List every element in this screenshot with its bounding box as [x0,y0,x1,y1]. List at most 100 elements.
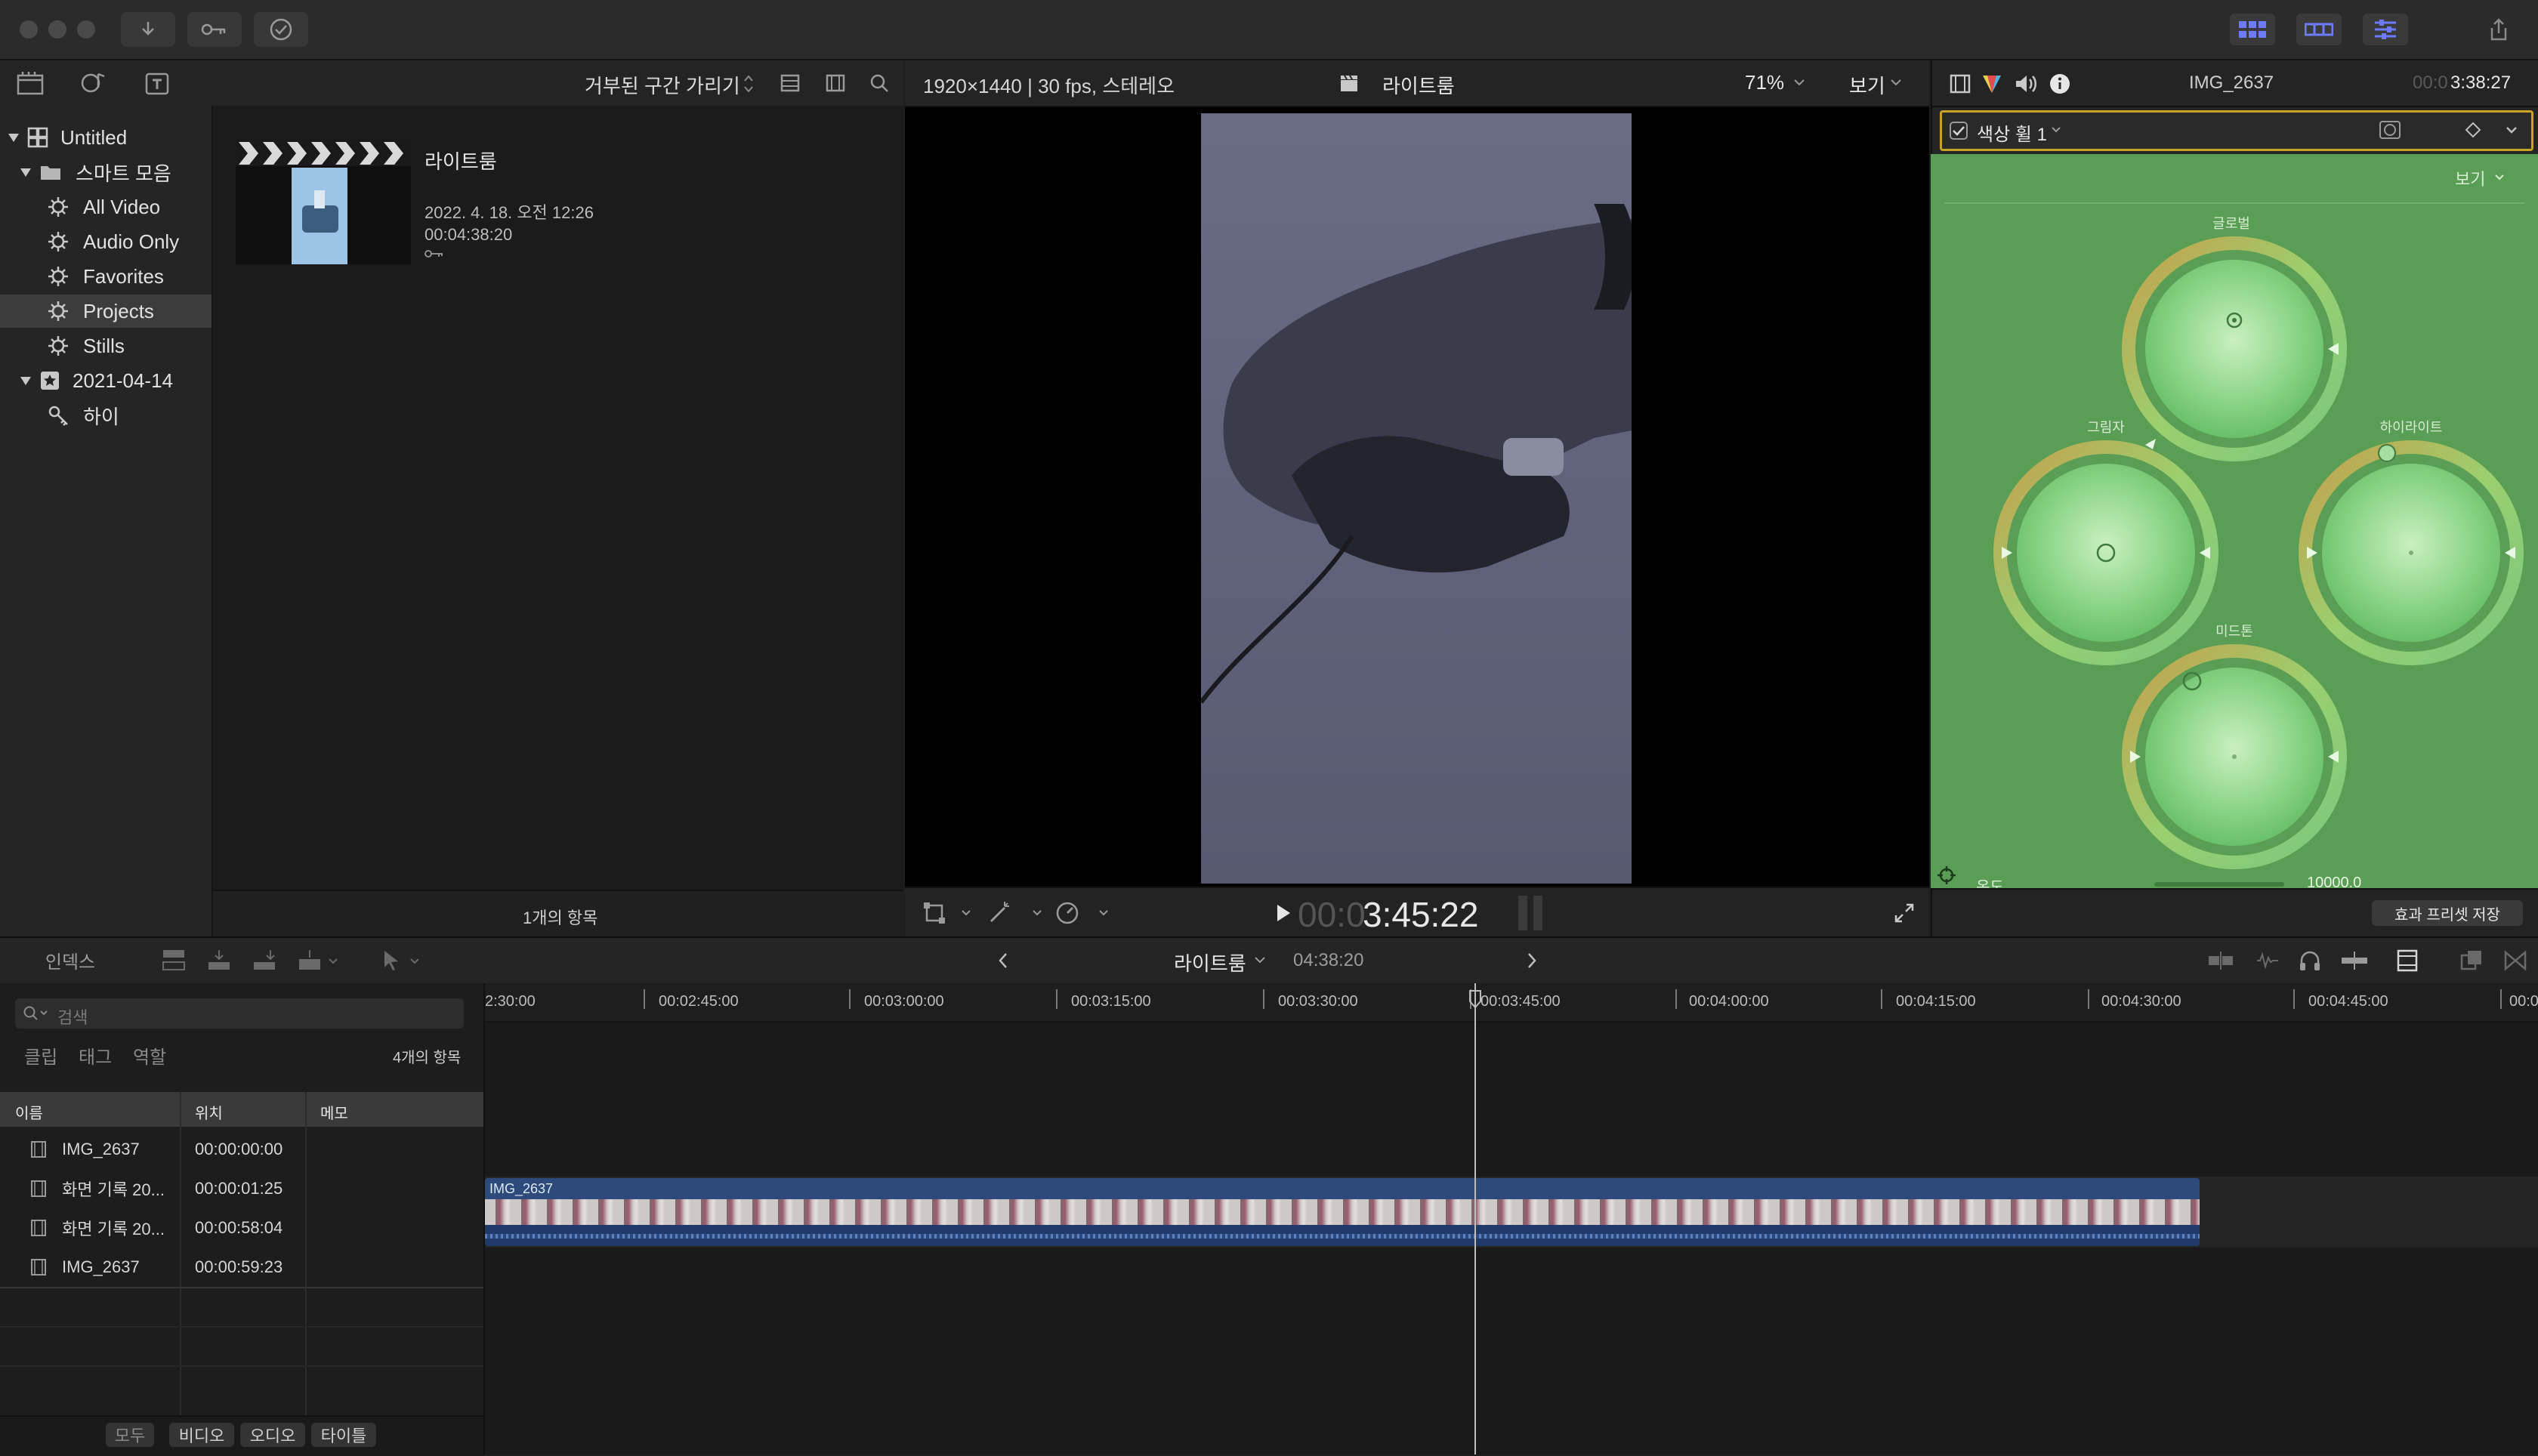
index-tab-tags[interactable]: 태그 [79,1042,112,1069]
library-item-keyword-hai[interactable]: 하이 [0,399,212,432]
photos-audio-icon[interactable] [80,69,107,97]
index-button[interactable]: 인덱스 [23,944,118,976]
video-frame[interactable] [1201,113,1632,884]
chevron-down-icon[interactable] [1793,79,1805,86]
viewer-timecode[interactable]: 3:45:22 [1363,894,1478,935]
audio-inspector-icon[interactable] [2014,72,2038,95]
clip-appearance-icon[interactable] [2396,949,2419,973]
library-item-untitled[interactable]: Untitled [0,121,212,154]
column-position[interactable]: 위치 [195,1101,223,1123]
chevron-down-icon[interactable] [1098,909,1109,917]
index-tab-roles[interactable]: 역할 [133,1042,166,1069]
mask-icon[interactable] [2379,120,2401,140]
wheels-view-menu[interactable]: 보기 [2455,166,2485,190]
color-inspector-icon[interactable] [1981,72,2003,95]
timeline-panel[interactable]: 2:30:00 00:02:45:00 00:03:00:00 00:03:15… [485,983,2538,1454]
fullscreen-icon[interactable] [1893,902,1916,924]
playhead[interactable] [1474,983,1476,1454]
headphones-icon[interactable] [2298,949,2322,973]
effects-browser-icon[interactable] [2459,949,2484,973]
overwrite-clip-icon[interactable] [296,949,323,973]
chevron-down-icon[interactable] [1890,79,1902,86]
library-toggle-button[interactable] [2230,14,2275,45]
filmstrip-icon[interactable] [825,72,846,94]
library-item-stills[interactable]: Stills [0,329,212,362]
insert-clip-icon[interactable] [205,949,233,973]
disclosure-down-icon[interactable] [6,130,21,145]
library-item-smart-collections[interactable]: 스마트 모음 [0,156,212,189]
filter-titles-button[interactable]: 타이틀 [311,1423,376,1447]
append-clip-icon[interactable] [251,949,278,973]
project-name[interactable]: 라이트룸 [425,147,497,174]
keyframe-icon[interactable] [2465,122,2481,138]
magic-wand-icon[interactable] [986,900,1012,926]
library-item-favorites[interactable]: Favorites [0,260,212,293]
library-item-event-2021-04-14[interactable]: 2021-04-14 [0,364,212,397]
audio-skimming-icon[interactable] [2254,950,2281,971]
chevron-down-icon[interactable] [1254,956,1266,964]
timeline-clip[interactable]: IMG_2637 [485,1178,2200,1246]
zoom-menu[interactable]: 71% [1745,71,1784,94]
inspector-toggle-button[interactable] [2363,14,2408,45]
index-row[interactable]: IMG_2637 00:00:59:23 [0,1248,483,1287]
filter-audio-button[interactable]: 오디오 [240,1423,305,1447]
chevron-down-icon[interactable] [328,958,338,965]
library-item-projects[interactable]: Projects [0,295,212,328]
project-thumbnail[interactable] [236,140,411,264]
chevron-down-icon[interactable] [2051,126,2061,134]
chevron-down-icon[interactable] [2494,174,2505,181]
back-arrow-icon[interactable] [997,952,1009,970]
enable-checkbox[interactable] [1950,122,1968,140]
filter-all-button[interactable]: 모두 [106,1423,154,1447]
index-row[interactable]: 화면 기록 20... 00:00:01:25 [0,1169,483,1208]
library-item-audio-only[interactable]: Audio Only [0,225,212,258]
info-icon[interactable] [2049,72,2071,95]
effect-header[interactable]: 색상 휠 1 [1940,110,2533,151]
connect-clip-icon[interactable] [160,949,187,973]
disclosure-down-icon[interactable] [18,165,33,180]
titles-generators-icon[interactable] [144,69,171,97]
keyword-editor-button[interactable] [187,12,242,47]
transform-icon[interactable] [923,902,946,924]
view-menu[interactable]: 보기 [1849,71,1885,99]
filter-video-button[interactable]: 비디오 [169,1423,234,1447]
midtones-color-wheel[interactable] [2115,637,2354,876]
effect-name[interactable]: 색상 휠 1 [1977,119,2047,146]
column-notes[interactable]: 메모 [320,1101,348,1123]
updown-chevron-icon[interactable] [743,74,754,94]
index-row[interactable]: 화면 기록 20... 00:00:58:04 [0,1208,483,1248]
minimize-window-button[interactable] [48,20,66,39]
play-icon[interactable] [1275,903,1292,923]
share-button[interactable] [2476,14,2521,45]
select-tool-icon[interactable] [381,949,402,973]
save-effects-preset-button[interactable]: 효과 프리셋 저장 [2372,900,2523,926]
timeline-ruler[interactable]: 2:30:00 00:02:45:00 00:03:00:00 00:03:15… [485,983,2538,1023]
timeline-toggle-button[interactable] [2296,14,2342,45]
speed-gauge-icon[interactable] [1054,900,1080,926]
index-row[interactable]: IMG_2637 00:00:00:00 [0,1130,483,1169]
chevron-down-icon[interactable] [961,909,971,917]
forward-arrow-icon[interactable] [1526,952,1538,970]
index-search-field[interactable]: 검색 [15,998,464,1029]
playhead-marker-icon[interactable] [1468,989,1482,1009]
transitions-browser-icon[interactable] [2503,949,2527,973]
background-tasks-button[interactable] [254,12,308,47]
timeline-project-name[interactable]: 라이트룸 [1174,949,1246,976]
video-inspector-icon[interactable] [1949,72,1971,95]
solo-icon[interactable] [2340,950,2369,971]
video-only-icon[interactable] [2207,950,2234,971]
zoom-window-button[interactable] [77,20,95,39]
libraries-icon[interactable] [17,71,44,95]
temperature-slider[interactable] [2154,882,2284,887]
clip-appearance-icon[interactable] [780,72,801,94]
library-item-all-video[interactable]: All Video [0,190,212,224]
column-name[interactable]: 이름 [15,1101,43,1123]
chevron-down-icon[interactable] [409,958,420,965]
close-window-button[interactable] [20,20,38,39]
search-icon[interactable] [869,72,890,94]
chevron-down-icon[interactable] [1032,909,1042,917]
chevron-down-icon[interactable] [2506,126,2518,135]
index-tab-clips[interactable]: 클립 [24,1042,57,1069]
filter-menu-label[interactable]: 거부된 구간 가리기 [585,71,740,99]
crosshair-icon[interactable] [1937,865,1956,885]
